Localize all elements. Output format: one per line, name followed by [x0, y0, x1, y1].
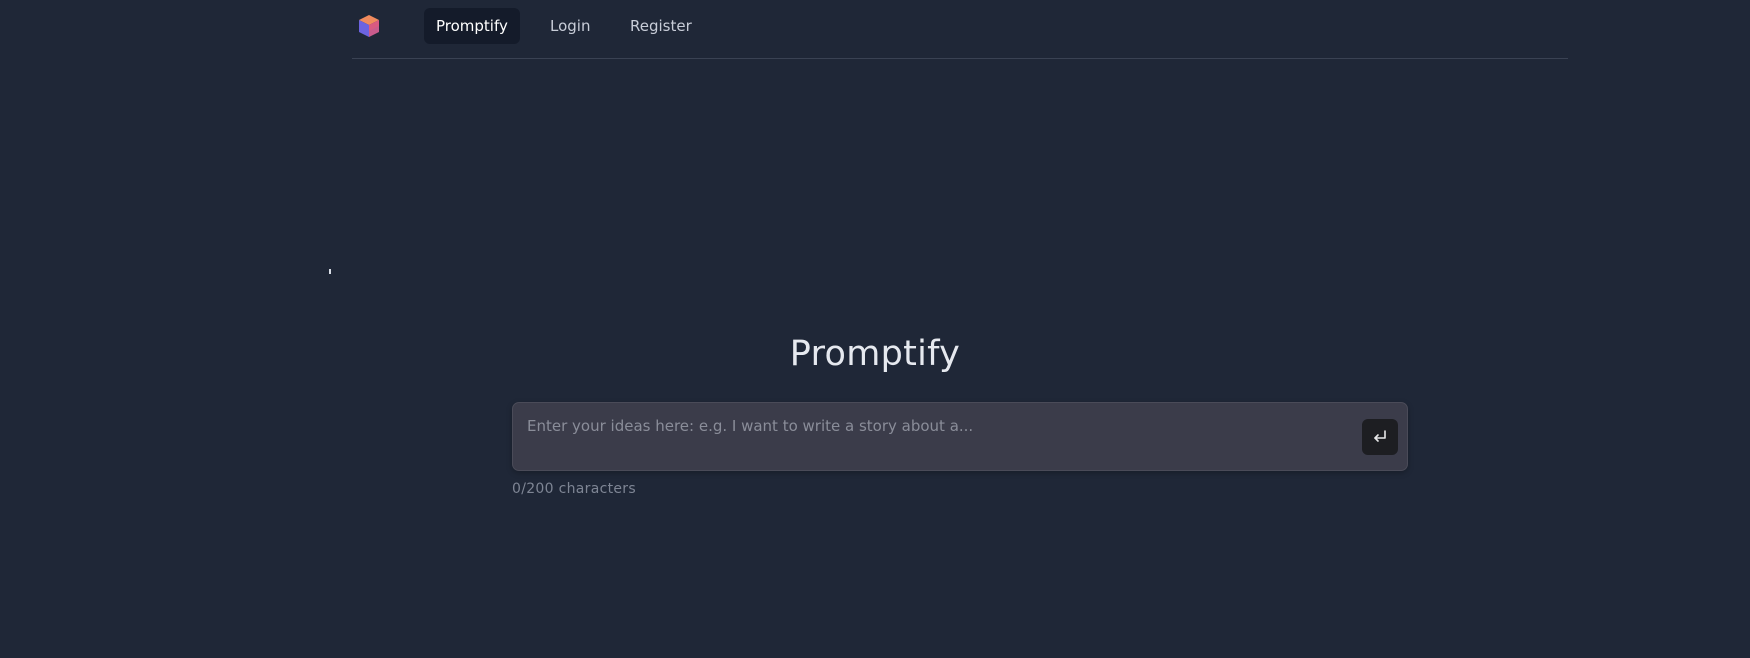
- nav-register-link[interactable]: Register: [618, 8, 704, 44]
- top-nav: Promptify Login Register: [352, 0, 1568, 59]
- prompt-input[interactable]: [527, 413, 1347, 439]
- cursor-mark: [329, 269, 331, 274]
- cube-logo-icon[interactable]: [358, 14, 380, 38]
- nav-login-link[interactable]: Login: [538, 8, 602, 44]
- page: Promptify Login Register Promptify 0/200…: [0, 0, 1750, 658]
- nav-promptify-link[interactable]: Promptify: [424, 8, 520, 44]
- page-title: Promptify: [789, 334, 961, 374]
- enter-return-icon: [1374, 430, 1386, 442]
- prompt-input-box: [512, 402, 1408, 471]
- submit-button[interactable]: [1362, 419, 1398, 455]
- character-counter: 0/200 characters: [512, 481, 636, 497]
